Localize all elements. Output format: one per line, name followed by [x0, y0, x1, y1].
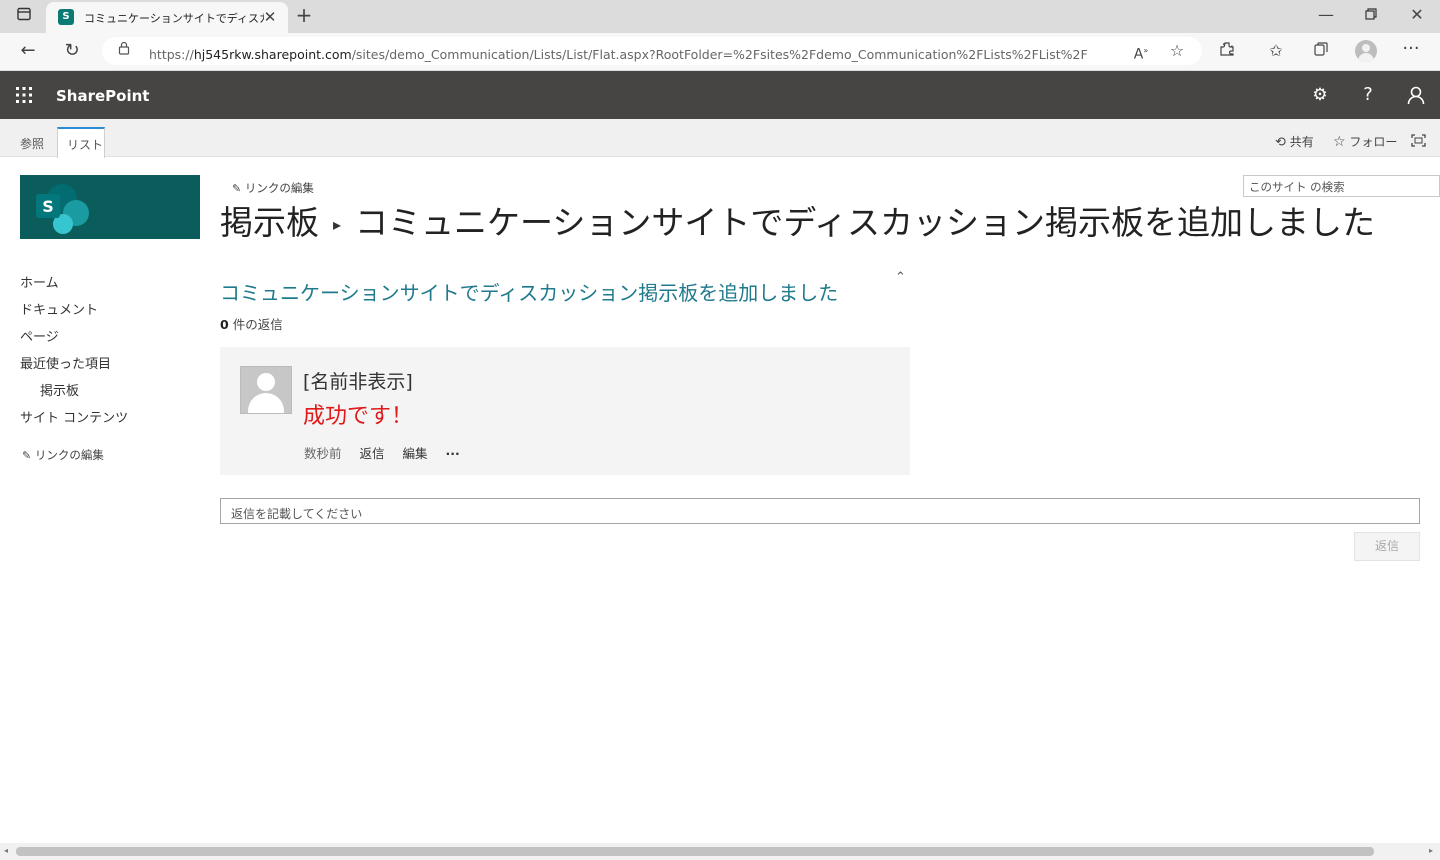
breadcrumb-list-link[interactable]: 掲示板 — [220, 203, 319, 242]
tab-actions-icon[interactable] — [14, 6, 34, 27]
scroll-left-icon[interactable]: ◂ — [4, 846, 8, 855]
back-icon[interactable]: ← — [18, 41, 38, 61]
follow-button[interactable]: ☆ フォロー — [1333, 133, 1397, 150]
post-card: [名前非表示] 成功です！ 数秒前 返信 編集 ··· — [220, 347, 910, 475]
reply-submit-button[interactable]: 返信 — [1354, 532, 1420, 561]
profile-avatar[interactable] — [1355, 40, 1377, 62]
edit-links-top-label: リンクの編集 — [244, 181, 314, 195]
post-edit-button[interactable]: 編集 — [403, 446, 428, 461]
ribbon-tab-list[interactable]: リスト — [57, 127, 105, 158]
site-logo[interactable]: S — [20, 175, 200, 239]
post-author[interactable]: [名前非表示] — [303, 367, 413, 394]
site-search-input[interactable]: このサイト の検索 — [1243, 175, 1440, 197]
gear-icon[interactable]: ⚙ — [1311, 86, 1329, 104]
post-time: 数秒前 — [304, 446, 342, 461]
share-button[interactable]: ⟲ 共有 — [1275, 133, 1314, 150]
scroll-right-icon[interactable]: ▸ — [1429, 846, 1433, 855]
reply-count-number: 0 — [220, 317, 229, 332]
sharepoint-brand[interactable]: SharePoint — [56, 87, 149, 105]
lock-icon[interactable] — [116, 41, 132, 62]
ribbon: 参照 リスト ⟲ 共有 ☆ フォロー — [0, 119, 1440, 158]
edit-links-top[interactable]: ✎ リンクの編集 — [232, 180, 314, 196]
refresh-icon[interactable]: ↻ — [62, 41, 82, 61]
favorites-icon[interactable]: ✩ — [1265, 41, 1287, 61]
sharepoint-favicon-icon: S — [58, 9, 74, 25]
read-aloud-icon[interactable]: A» — [1130, 41, 1152, 65]
follow-label: フォロー — [1349, 135, 1398, 149]
horizontal-scrollbar[interactable]: ◂ ▸ — [0, 843, 1440, 860]
svg-text:S: S — [42, 197, 54, 216]
collapse-chevron-icon[interactable]: ⌃ — [895, 270, 906, 285]
collections-icon[interactable] — [1310, 41, 1332, 62]
star-icon: ☆ — [1333, 134, 1346, 150]
author-avatar[interactable] — [240, 366, 292, 414]
account-icon[interactable] — [1406, 85, 1426, 105]
breadcrumb-separator-icon: ▸ — [333, 215, 342, 234]
nav-item-site-contents[interactable]: サイト コンテンツ — [20, 407, 128, 426]
settings-more-icon[interactable]: ··· — [1400, 39, 1422, 59]
app-launcher-icon[interactable] — [16, 87, 32, 103]
reply-count: 0 件の返信 — [220, 314, 283, 333]
minimize-icon[interactable]: — — [1316, 5, 1336, 25]
post-more-icon[interactable]: ··· — [446, 446, 460, 461]
window-close-icon[interactable]: ✕ — [1407, 5, 1427, 25]
browser-toolbar: ← ↻ https://hj545rkw.sharepoint.com/site… — [0, 33, 1440, 71]
reply-input[interactable]: 返信を記載してください — [220, 498, 1420, 524]
nav-item-documents[interactable]: ドキュメント — [20, 299, 98, 318]
scrollbar-thumb[interactable] — [16, 847, 1374, 856]
pencil-icon: ✎ — [22, 449, 32, 462]
tab-close-icon[interactable]: ✕ — [262, 7, 278, 27]
tab-title: コミュニケーションサイトでディスカッショ — [84, 12, 264, 25]
nav-item-pages[interactable]: ページ — [20, 326, 59, 345]
share-label: 共有 — [1289, 135, 1314, 149]
address-bar[interactable]: https://hj545rkw.sharepoint.com/sites/de… — [102, 37, 1202, 65]
nav-item-discussion-board[interactable]: 掲示板 — [40, 380, 79, 399]
ribbon-tab-browse[interactable]: 参照 — [20, 135, 44, 152]
post-body: 成功です！ — [303, 404, 414, 429]
suite-bar: SharePoint ⚙ ? — [0, 71, 1440, 119]
ribbon-tab-list-label: リスト — [67, 138, 104, 152]
focus-mode-icon[interactable] — [1411, 132, 1426, 147]
new-tab-icon[interactable]: + — [294, 5, 314, 25]
nav-item-home[interactable]: ホーム — [20, 272, 59, 291]
help-icon[interactable]: ? — [1359, 84, 1377, 105]
share-icon: ⟲ — [1275, 135, 1286, 150]
post-actions: 数秒前 返信 編集 ··· — [304, 443, 460, 462]
url-text[interactable]: https://hj545rkw.sharepoint.com/sites/de… — [149, 44, 1089, 63]
post-reply-button[interactable]: 返信 — [360, 446, 385, 461]
reply-count-label: 件の返信 — [232, 317, 283, 332]
page-title: 掲示板 ▸ コミュニケーションサイトでディスカッション掲示板を追加しました — [220, 196, 1375, 244]
nav-item-recent[interactable]: 最近使った項目 — [20, 353, 111, 372]
edit-links-bottom[interactable]: ✎ リンクの編集 — [22, 447, 104, 463]
thread-title[interactable]: コミュニケーションサイトでディスカッション掲示板を追加しました — [220, 277, 838, 306]
pencil-icon: ✎ — [232, 182, 242, 195]
restore-icon[interactable] — [1361, 5, 1381, 25]
browser-tab-active[interactable]: S コミュニケーションサイトでディスカッショ ✕ — [46, 2, 288, 33]
add-favorite-icon[interactable]: ☆ — [1166, 41, 1188, 61]
breadcrumb-current: コミュニケーションサイトでディスカッション掲示板を追加しました — [355, 203, 1376, 242]
edit-links-bottom-label: リンクの編集 — [34, 448, 104, 462]
browser-tab-strip: S コミュニケーションサイトでディスカッショ ✕ + — ✕ — [0, 0, 1440, 33]
extensions-icon[interactable] — [1216, 41, 1238, 62]
